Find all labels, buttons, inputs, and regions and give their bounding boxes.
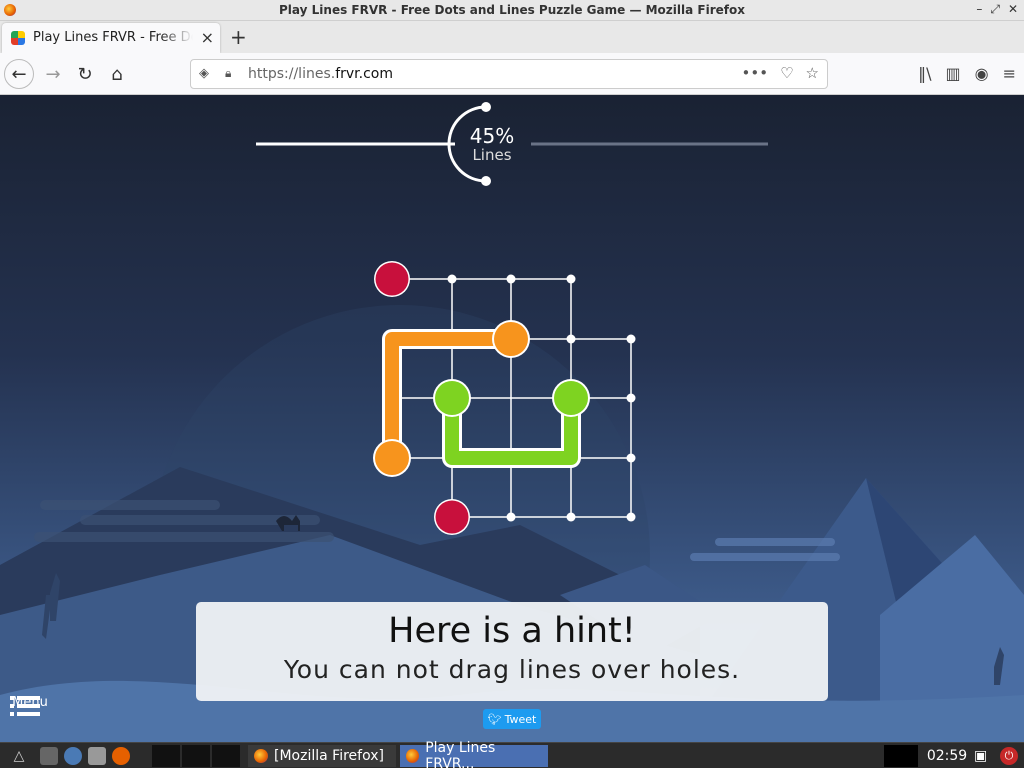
grid-dot[interactable] [447, 274, 457, 284]
toolbar-right: ‖\ ▥ ◉ ≡ [918, 64, 1016, 83]
hint-panel: Here is a hint! You can not drag lines o… [196, 602, 828, 701]
green-endpoint[interactable] [554, 381, 588, 415]
taskbar-item-firefox[interactable]: [Mozilla Firefox] [248, 745, 396, 767]
show-desktop-icon[interactable] [88, 747, 106, 765]
grid-dot[interactable] [506, 274, 516, 284]
url-bar[interactable]: ◈ 🔒︎ https://lines.frvr.com ••• ♡ ☆ [190, 59, 828, 89]
twitter-bird-icon: 🐦︎ [487, 712, 502, 726]
maximize-icon[interactable]: ⤢ [990, 2, 1000, 17]
tweet-label: Tweet [504, 712, 537, 726]
power-icon[interactable]: ⏻ [1000, 747, 1018, 765]
progress-arc-cap-bottom [481, 176, 491, 186]
file-manager-icon[interactable] [40, 747, 58, 765]
url-prefix: https://lines. [248, 66, 336, 82]
grid-dot[interactable] [626, 512, 636, 522]
progress-arc-cap-top [481, 102, 491, 112]
taskbar: △ [Mozilla Firefox] Play Lines FRVR... 0… [0, 740, 1024, 768]
quick-launch [40, 745, 130, 767]
orange-endpoint[interactable] [375, 441, 409, 475]
firefox-icon [254, 749, 268, 763]
menu-button[interactable]: Menu [10, 695, 50, 716]
orange-endpoint[interactable] [494, 322, 528, 356]
game-canvas[interactable]: 45% Lines Here is a hint! You can not dr… [0, 95, 1024, 742]
grid-dot[interactable] [566, 274, 576, 284]
minimize-icon[interactable]: – [976, 2, 982, 17]
window-titlebar: Play Lines FRVR - Free Dots and Lines Pu… [0, 0, 1024, 21]
cloud-strip [690, 553, 840, 561]
grid-dot[interactable] [626, 453, 636, 463]
account-icon[interactable]: ◉ [975, 64, 989, 83]
grid-dot[interactable] [626, 393, 636, 403]
tab-play-lines[interactable]: Play Lines FRVR - Free Dots and Lines Pu… [2, 23, 220, 53]
tracking-shield-icon[interactable]: ◈ [199, 66, 209, 81]
navigation-toolbar: ← → ↻ ⌂ ◈ 🔒︎ https://lines.frvr.com ••• … [0, 53, 1024, 95]
workspace-1[interactable] [152, 745, 180, 767]
tweet-button[interactable]: 🐦︎ Tweet [483, 709, 541, 729]
firefox-launcher-icon[interactable] [112, 747, 130, 765]
home-button[interactable]: ⌂ [102, 59, 132, 89]
tab-title: Play Lines FRVR - Free Dots and Lines Pu… [33, 30, 193, 45]
pocket-icon[interactable]: ♡ [780, 64, 793, 82]
menu-list-icon [10, 696, 40, 716]
url-text[interactable]: https://lines.frvr.com [248, 66, 393, 82]
start-menu-icon: △ [13, 748, 25, 764]
frvr-favicon-icon [11, 31, 25, 45]
hint-title: Here is a hint! [388, 611, 636, 651]
cloud-strip [34, 532, 334, 542]
green-endpoint[interactable] [435, 381, 469, 415]
hint-text: You can not drag lines over holes. [283, 655, 741, 684]
hamburger-menu-icon[interactable]: ≡ [1003, 64, 1016, 83]
grid-dot[interactable] [566, 334, 576, 344]
tab-bar: Play Lines FRVR - Free Dots and Lines Pu… [0, 21, 1024, 53]
window-controls: – ⤢ ✕ [976, 2, 1018, 17]
tray-blank-area [884, 745, 918, 767]
cloud-strip [40, 500, 220, 510]
forward-button[interactable]: → [38, 59, 68, 89]
clock[interactable]: 02:59 [924, 745, 970, 767]
hole [435, 500, 469, 534]
firefox-icon [406, 749, 420, 763]
page-actions-icon[interactable]: ••• [742, 64, 769, 82]
start-menu-button[interactable]: △ [4, 745, 34, 767]
grid-dot[interactable] [506, 512, 516, 522]
grid-dot[interactable] [626, 334, 636, 344]
grid-dot[interactable] [566, 512, 576, 522]
taskbar-item-play-lines[interactable]: Play Lines FRVR... [400, 740, 548, 768]
window-title: Play Lines FRVR - Free Dots and Lines Pu… [279, 3, 745, 17]
workspace-3[interactable] [212, 745, 240, 767]
network-icon[interactable]: ▣ [974, 745, 990, 767]
url-domain: frvr.com [335, 66, 393, 82]
taskbar-item-label: Play Lines FRVR... [425, 740, 496, 768]
lock-icon[interactable]: 🔒︎ [225, 66, 231, 81]
progress-label: Lines [472, 146, 512, 164]
sidebar-icon[interactable]: ▥ [946, 64, 961, 83]
workspace-2[interactable] [182, 745, 210, 767]
progress-percent: 45% [469, 124, 515, 148]
web-browser-icon[interactable] [64, 747, 82, 765]
library-icon[interactable]: ‖\ [918, 64, 931, 83]
hole [375, 262, 409, 296]
bookmark-star-icon[interactable]: ☆ [806, 64, 819, 82]
page-actions: ••• ♡ ☆ [742, 64, 819, 82]
reload-button[interactable]: ↻ [70, 59, 100, 89]
cloud-strip [715, 538, 835, 546]
close-tab-icon[interactable]: × [201, 28, 214, 47]
close-window-icon[interactable]: ✕ [1008, 2, 1018, 17]
new-tab-button[interactable]: + [230, 25, 247, 49]
back-button[interactable]: ← [4, 59, 34, 89]
taskbar-item-label: [Mozilla Firefox] [274, 748, 384, 764]
workspace-switcher [152, 745, 240, 767]
